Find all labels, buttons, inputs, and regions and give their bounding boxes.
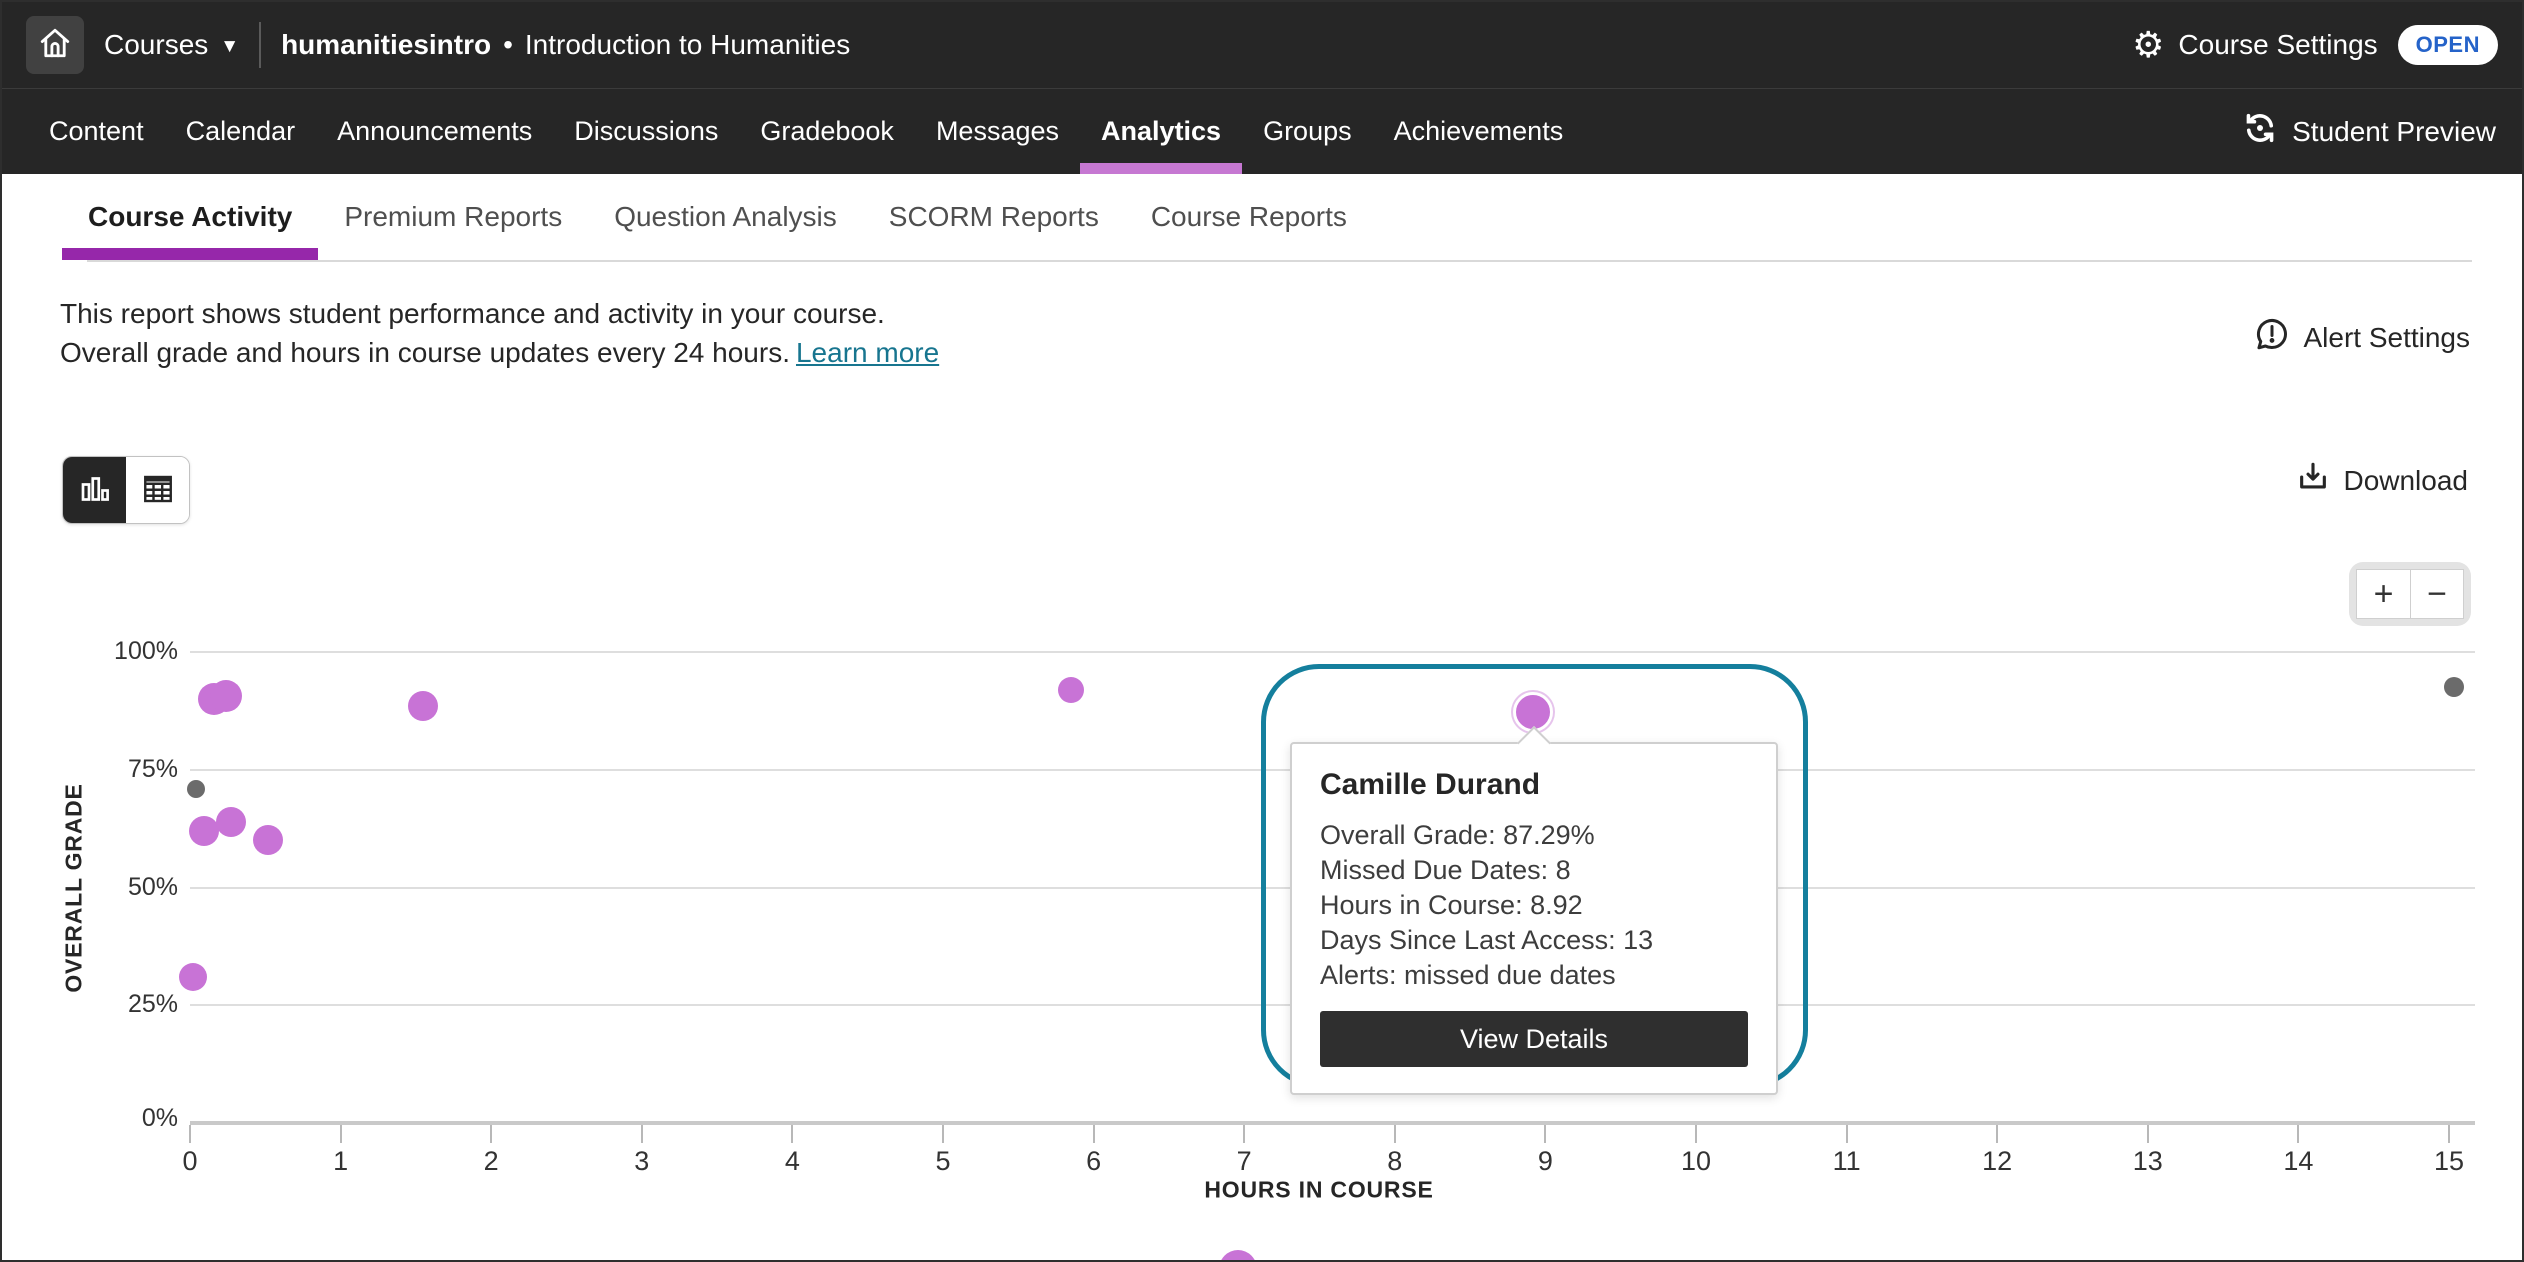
x-tick-label-2: 2 xyxy=(484,1146,499,1177)
y-tick-label-25: 25% xyxy=(86,990,178,1019)
x-tick-mark-4 xyxy=(791,1125,793,1143)
x-tick-mark-10 xyxy=(1695,1125,1697,1143)
x-tick-mark-6 xyxy=(1093,1125,1095,1143)
data-point-partial[interactable] xyxy=(1219,1250,1257,1262)
x-tick-mark-1 xyxy=(340,1125,342,1143)
x-tick-mark-2 xyxy=(490,1125,492,1143)
tooltip-stat-0: Overall Grade: 87.29% xyxy=(1320,818,1748,853)
x-tick-mark-8 xyxy=(1394,1125,1396,1143)
x-tick-mark-0 xyxy=(189,1125,191,1143)
x-tick-label-4: 4 xyxy=(785,1146,800,1177)
x-tick-label-3: 3 xyxy=(634,1146,649,1177)
y-tick-label-0: 0% xyxy=(86,1104,178,1133)
x-tick-label-14: 14 xyxy=(2283,1146,2313,1177)
data-point-students-6[interactable] xyxy=(179,963,207,991)
x-tick-label-0: 0 xyxy=(182,1146,197,1177)
x-tick-label-6: 6 xyxy=(1086,1146,1101,1177)
x-tick-label-1: 1 xyxy=(333,1146,348,1177)
x-tick-label-13: 13 xyxy=(2133,1146,2163,1177)
x-tick-label-11: 11 xyxy=(1833,1146,1861,1177)
x-tick-mark-15 xyxy=(2448,1125,2450,1143)
data-point-muted-students-0[interactable] xyxy=(187,780,205,798)
x-tick-mark-3 xyxy=(641,1125,643,1143)
data-point-students-5[interactable] xyxy=(253,825,283,855)
tooltip-notch xyxy=(1517,726,1551,760)
data-point-students-7[interactable] xyxy=(1058,677,1084,703)
x-tick-label-5: 5 xyxy=(935,1146,950,1177)
y-axis-title: OVERALL GRADE xyxy=(61,783,88,992)
data-point-muted-students-1[interactable] xyxy=(2444,677,2464,697)
x-tick-mark-13 xyxy=(2147,1125,2149,1143)
tooltip-student-name: Camille Durand xyxy=(1320,768,1748,802)
x-tick-mark-14 xyxy=(2297,1125,2299,1143)
x-tick-mark-5 xyxy=(942,1125,944,1143)
tooltip-stat-2: Hours in Course: 8.92 xyxy=(1320,888,1748,923)
x-tick-label-10: 10 xyxy=(1681,1146,1711,1177)
data-point-students-1[interactable] xyxy=(210,680,242,712)
x-tick-mark-9 xyxy=(1544,1125,1546,1143)
tooltip-stat-3: Days Since Last Access: 13 xyxy=(1320,923,1748,958)
x-tick-label-7: 7 xyxy=(1237,1146,1252,1177)
y-tick-label-100: 100% xyxy=(86,637,178,666)
scatter-chart: OVERALL GRADE HOURS IN COURSE 0%25%50%75… xyxy=(2,2,2522,1260)
x-axis-title: HOURS IN COURSE xyxy=(1204,1177,1433,1204)
student-tooltip: Camille Durand Overall Grade: 87.29%Miss… xyxy=(1290,742,1778,1095)
x-tick-label-8: 8 xyxy=(1387,1146,1402,1177)
data-point-students-4[interactable] xyxy=(216,807,246,837)
x-tick-label-12: 12 xyxy=(1982,1146,2012,1177)
tooltip-stat-4: Alerts: missed due dates xyxy=(1320,958,1748,993)
data-point-students-2[interactable] xyxy=(408,691,438,721)
tooltip-stats: Overall Grade: 87.29%Missed Due Dates: 8… xyxy=(1320,818,1748,993)
x-tick-label-9: 9 xyxy=(1538,1146,1553,1177)
y-tick-label-75: 75% xyxy=(86,755,178,784)
x-tick-label-15: 15 xyxy=(2434,1146,2464,1177)
x-tick-mark-7 xyxy=(1243,1125,1245,1143)
gridline-0 xyxy=(190,1121,2475,1125)
data-point-students-3[interactable] xyxy=(189,816,219,846)
y-tick-label-50: 50% xyxy=(86,873,178,902)
x-tick-mark-11 xyxy=(1846,1125,1848,1143)
x-tick-mark-12 xyxy=(1996,1125,1998,1143)
tooltip-stat-1: Missed Due Dates: 8 xyxy=(1320,853,1748,888)
analytics-page: Courses ▼ humanitiesintro • Introduction… xyxy=(0,0,2524,1262)
gridline-100 xyxy=(190,651,2475,653)
view-details-button[interactable]: View Details xyxy=(1320,1011,1748,1067)
